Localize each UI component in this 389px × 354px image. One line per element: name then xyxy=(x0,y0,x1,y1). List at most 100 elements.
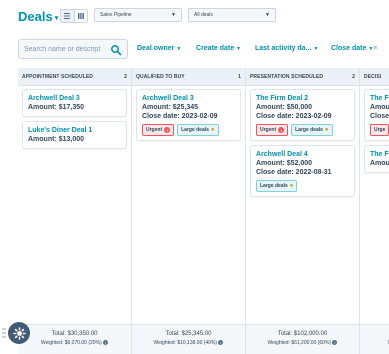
board-column-presentation-scheduled: PRESENTATION SCHEDULED 2 The Firm Deal 2… xyxy=(246,68,360,354)
deal-amount: Amount: $25,345 xyxy=(142,104,199,111)
deal-name-link[interactable]: The F xyxy=(370,150,389,159)
deals-view-select[interactable]: All deals ▼ xyxy=(188,8,276,22)
pipeline-select[interactable]: Sales Pipeline ▼ xyxy=(94,8,182,22)
search-input[interactable] xyxy=(24,45,114,53)
column-weighted: Weighted: $10,138.00 (40%) xyxy=(153,340,218,346)
chevron-down-icon: ▼ xyxy=(176,46,182,52)
deal-card[interactable]: Archwell Deal 3 Amount: $25,345 Close da… xyxy=(136,89,241,141)
deal-close-date: Close date: 2023-02-09 xyxy=(142,113,218,120)
tag-large-deals[interactable]: Large deals ● xyxy=(291,124,333,136)
deal-amount: Amount: $13,000 xyxy=(28,136,85,143)
board-column-qualified-to-buy: QUALIFIED TO BUY 1 Archwell Deal 3 Amoun… xyxy=(132,68,246,354)
pipeline-select-value: Sales Pipeline xyxy=(100,12,132,18)
chevron-down-icon: ▼ xyxy=(265,12,270,18)
deal-amount: Amou xyxy=(370,160,389,167)
deal-card[interactable]: The F Amou xyxy=(364,145,389,173)
deal-name-link[interactable]: Archwell Deal 3 xyxy=(28,94,121,103)
tag-urgent[interactable]: Urgent! xyxy=(256,124,289,136)
deal-name-link[interactable]: The Firm Deal 2 xyxy=(256,94,349,103)
deal-amount: Amount: $50,000 xyxy=(256,104,313,111)
money-bag-icon: ● xyxy=(210,127,215,133)
deal-board: APPOINTMENT SCHEDULED 2 Archwell Deal 3 … xyxy=(18,68,389,354)
tag-urgent[interactable]: Urgent! xyxy=(142,124,175,136)
search-icon[interactable] xyxy=(110,44,122,56)
tag-urgent[interactable]: Urge xyxy=(370,124,389,136)
tag-large-deals[interactable]: Large deals ● xyxy=(256,180,298,192)
assistant-launcher-button[interactable] xyxy=(8,322,30,344)
column-header: DECISI xyxy=(360,68,389,86)
filter-label: Close date xyxy=(331,45,367,52)
deal-card[interactable]: Luke's Diner Deal 1 Amount: $13,000 xyxy=(22,121,127,149)
info-icon[interactable]: i xyxy=(218,340,224,346)
deals-view-select-value: All deals xyxy=(194,12,213,18)
column-title: DECISI xyxy=(364,73,382,80)
chevron-down-icon: ▾ xyxy=(54,14,59,22)
page-title-dropdown[interactable]: Deals ▾ xyxy=(18,9,58,24)
column-body: Archwell Deal 3 Amount: $17,350 Luke's D… xyxy=(18,86,131,324)
deal-card[interactable]: The F Amou Close Urge xyxy=(364,89,389,141)
board-column-appointment-scheduled: APPOINTMENT SCHEDULED 2 Archwell Deal 3 … xyxy=(18,68,132,354)
sparkle-gear-icon xyxy=(12,326,26,340)
filter-create-date[interactable]: Create date ▼ xyxy=(196,45,241,52)
board-view-button[interactable] xyxy=(75,10,88,22)
tag-label: Large deals xyxy=(181,127,209,133)
deal-card[interactable]: Archwell Deal 3 Amount: $17,350 xyxy=(22,89,127,117)
deal-name-link[interactable]: Luke's Diner Deal 1 xyxy=(28,126,121,135)
tag-label: Urgent xyxy=(146,127,163,133)
money-bag-icon: ● xyxy=(324,127,329,133)
filter-last-activity-date[interactable]: Last activity da... ▼ xyxy=(255,45,318,52)
filter-bar: Deal owner▼ Create date▼ Last activity d… xyxy=(0,38,389,62)
view-toggle xyxy=(60,9,88,23)
column-total: Total: $30,350.00 xyxy=(51,331,98,337)
column-body: Archwell Deal 3 Amount: $25,345 Close da… xyxy=(132,86,245,324)
deal-close-date: Close date: 2022-08-31 xyxy=(256,169,332,176)
deal-name-link[interactable]: Archwell Deal 4 xyxy=(256,150,349,159)
info-icon[interactable]: i xyxy=(332,340,338,346)
deal-card[interactable]: The Firm Deal 2 Amount: $50,000 Close da… xyxy=(250,89,355,141)
column-title: PRESENTATION SCHEDULED xyxy=(250,73,324,80)
info-icon[interactable]: i xyxy=(103,340,109,346)
column-title: QUALIFIED TO BUY xyxy=(136,73,185,80)
column-title: APPOINTMENT SCHEDULED xyxy=(22,73,93,80)
column-count: 2 xyxy=(124,73,127,80)
chevron-down-icon: ▼ xyxy=(171,12,176,18)
column-weighted: Weighted: $61,200.00 (60%) xyxy=(267,340,332,346)
drag-handle-icon[interactable] xyxy=(2,328,6,338)
more-filters-icon[interactable]: ≡ xyxy=(373,45,377,52)
column-body: The F Amou Close Urge The F Amou xyxy=(360,86,389,324)
column-footer: W xyxy=(360,324,389,354)
search-box xyxy=(18,39,128,59)
page-title: Deals xyxy=(18,9,53,24)
tag-list: Urge xyxy=(370,124,389,136)
filter-close-date[interactable]: Close date ▼ xyxy=(331,45,373,52)
tag-list: Urgent! Large deals ● xyxy=(142,124,235,136)
filter-deal-owner[interactable]: Deal owner ▼ xyxy=(137,45,181,52)
deal-amount: Amount: $17,350 xyxy=(28,104,85,111)
tag-large-deals[interactable]: Large deals ● xyxy=(177,124,219,136)
column-total: Total: $25,345.00 xyxy=(165,331,212,337)
list-icon xyxy=(64,13,71,19)
tag-label: Urge xyxy=(374,127,386,133)
deal-card[interactable]: Archwell Deal 4 Amount: $52,000 Close da… xyxy=(250,145,355,197)
deal-name-link[interactable]: The F xyxy=(370,94,389,103)
column-header: PRESENTATION SCHEDULED 2 xyxy=(246,68,359,86)
column-body: The Firm Deal 2 Amount: $50,000 Close da… xyxy=(246,86,359,324)
column-total: Total: $102,000.00 xyxy=(277,331,328,337)
column-header: QUALIFIED TO BUY 1 xyxy=(132,68,245,86)
money-bag-icon: ● xyxy=(289,183,294,189)
tag-label: Large deals xyxy=(260,183,288,189)
deal-close-date: Close date: 2023-02-09 xyxy=(256,113,332,120)
deal-amount: Amou xyxy=(370,104,389,111)
alert-icon: ! xyxy=(164,127,171,133)
deal-name-link[interactable]: Archwell Deal 3 xyxy=(142,94,235,103)
board-icon xyxy=(77,13,84,19)
tag-label: Urgent xyxy=(260,127,277,133)
page-header: Deals ▾ Sales Pipeline ▼ All deals ▼ xyxy=(0,0,389,30)
deal-amount: Amount: $52,000 xyxy=(256,160,313,167)
column-count: 1 xyxy=(238,73,241,80)
alert-icon: ! xyxy=(278,127,285,133)
column-footer: Total: $25,345.00 Weighted: $10,138.00 (… xyxy=(132,324,245,354)
column-footer: Total: $102,000.00 Weighted: $61,200.00 … xyxy=(246,324,359,354)
filter-label: Deal owner xyxy=(137,45,175,52)
list-view-button[interactable] xyxy=(61,10,75,22)
